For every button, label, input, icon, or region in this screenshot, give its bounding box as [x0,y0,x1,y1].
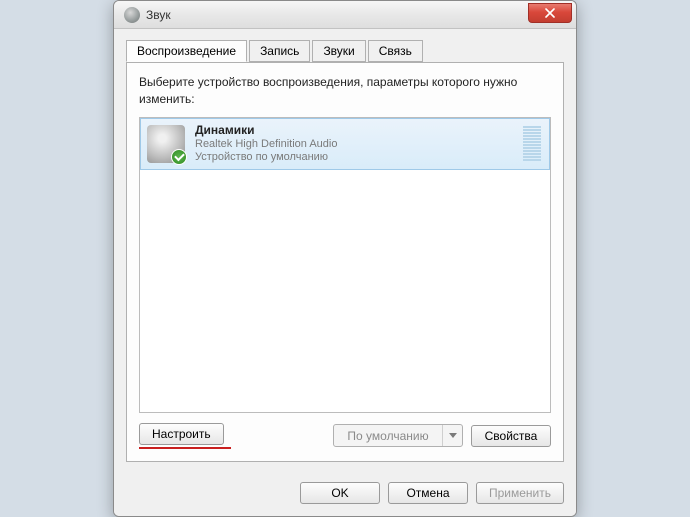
close-icon [545,8,555,18]
cancel-button[interactable]: Отмена [388,482,468,504]
button-label: Свойства [485,429,538,443]
dialog-body: Воспроизведение Запись Звуки Связь Выбер… [114,29,576,471]
dialog-footer: OK Отмена Применить [114,472,576,516]
tab-communications[interactable]: Связь [368,40,423,62]
ok-button[interactable]: OK [300,482,380,504]
button-label: Применить [489,486,551,500]
checkmark-icon [171,149,187,165]
speaker-icon [124,7,140,23]
device-status: Устройство по умолчанию [195,151,523,165]
tab-label: Запись [260,44,299,58]
dropdown-label: По умолчанию [334,429,442,443]
sound-dialog: Звук Воспроизведение Запись Звуки Связь … [113,0,577,516]
tab-button-row: Настроить По умолчанию Свойства [139,423,551,449]
level-meter [523,126,543,161]
button-label: OK [331,486,348,500]
device-item-speakers[interactable]: Динамики Realtek High Definition Audio У… [140,118,550,171]
tab-label: Звуки [323,44,354,58]
device-text: Динамики Realtek High Definition Audio У… [195,123,523,166]
device-name: Динамики [195,123,523,138]
instruction-text: Выберите устройство воспроизведения, пар… [139,74,551,106]
highlight-underline [139,447,231,449]
button-label: Отмена [406,486,449,500]
close-button[interactable] [528,3,572,23]
configure-button[interactable]: Настроить [139,423,224,445]
device-icon-wrap [147,125,185,163]
tab-strip: Воспроизведение Запись Звуки Связь [126,40,564,63]
tab-label: Воспроизведение [137,44,236,58]
chevron-down-icon [442,425,462,446]
window-title: Звук [146,8,171,22]
tab-recording[interactable]: Запись [249,40,310,62]
tab-label: Связь [379,44,412,58]
tab-content: Выберите устройство воспроизведения, пар… [126,62,564,461]
configure-group: Настроить [139,423,231,449]
default-dropdown[interactable]: По умолчанию [333,424,463,447]
device-list[interactable]: Динамики Realtek High Definition Audio У… [139,117,551,413]
tab-playback[interactable]: Воспроизведение [126,40,247,62]
device-subtitle: Realtek High Definition Audio [195,138,523,152]
tab-sounds[interactable]: Звуки [312,40,365,62]
properties-button[interactable]: Свойства [471,425,551,447]
titlebar[interactable]: Звук [114,1,576,29]
apply-button[interactable]: Применить [476,482,564,504]
button-label: Настроить [152,427,211,441]
